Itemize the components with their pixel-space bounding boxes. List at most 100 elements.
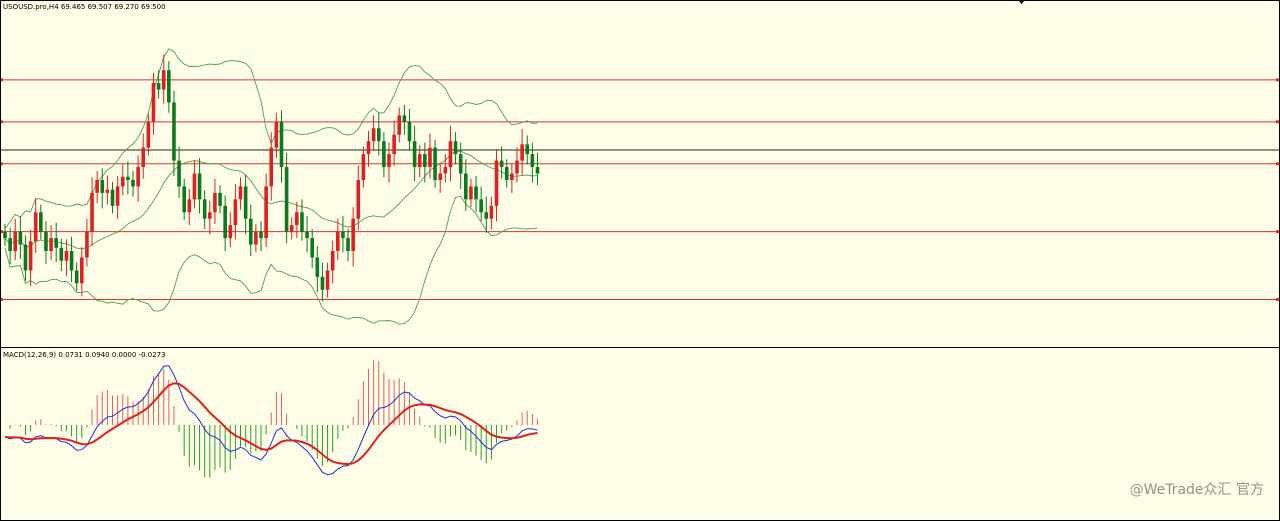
candle xyxy=(458,154,463,174)
candle xyxy=(448,141,453,168)
candle xyxy=(504,167,509,180)
candle xyxy=(69,251,74,271)
candle xyxy=(33,212,38,242)
level-marker-r-1 xyxy=(1276,120,1279,124)
candle xyxy=(187,199,192,213)
candle xyxy=(330,251,335,271)
candle xyxy=(74,270,79,284)
candle xyxy=(95,179,99,193)
candle xyxy=(305,231,309,239)
candle xyxy=(515,160,519,174)
candle xyxy=(412,141,417,168)
candle xyxy=(494,160,499,206)
candle xyxy=(320,276,325,290)
candle xyxy=(392,134,396,155)
chart-area: USOUSD.pro,H4 69.465 69.507 69.270 69.50… xyxy=(0,0,1280,521)
candle xyxy=(213,192,217,213)
candle xyxy=(371,128,376,142)
candle xyxy=(474,186,478,200)
candle xyxy=(361,154,366,180)
level-marker-r-3 xyxy=(1276,230,1279,234)
candle xyxy=(341,231,345,239)
candle xyxy=(402,115,407,122)
candle xyxy=(146,121,151,148)
candle xyxy=(3,231,7,239)
candle xyxy=(197,173,202,200)
candle xyxy=(85,231,89,258)
candle xyxy=(336,231,340,252)
candle xyxy=(295,212,299,226)
candle xyxy=(100,179,105,193)
candle xyxy=(397,115,402,135)
candle xyxy=(530,154,535,168)
candle xyxy=(438,173,442,180)
candle xyxy=(423,154,427,168)
candle xyxy=(151,83,156,122)
candle xyxy=(417,154,422,168)
candle xyxy=(59,247,64,261)
candle xyxy=(167,70,171,103)
candle xyxy=(131,179,135,187)
candle xyxy=(248,218,253,245)
candle xyxy=(23,244,28,271)
candle xyxy=(264,186,268,239)
candle xyxy=(453,141,458,155)
candle xyxy=(428,147,432,168)
candle xyxy=(443,167,448,174)
candle xyxy=(382,141,386,168)
candle xyxy=(115,186,120,206)
candle xyxy=(161,70,166,90)
candle xyxy=(366,141,371,155)
candle xyxy=(208,212,212,219)
candle xyxy=(8,238,12,252)
candle xyxy=(479,199,483,213)
candle xyxy=(120,176,125,187)
candle xyxy=(300,212,304,232)
candle xyxy=(18,231,23,245)
candle xyxy=(172,102,176,161)
watermark: @WeTrade众汇 官方 xyxy=(1129,482,1264,498)
candle xyxy=(44,231,48,252)
level-marker-r-4 xyxy=(1276,297,1279,301)
candle xyxy=(254,231,258,245)
candle xyxy=(177,160,181,187)
price-chart: USOUSD.pro,H4 69.465 69.507 69.270 69.50… xyxy=(0,0,1280,521)
candle xyxy=(520,144,524,161)
candle xyxy=(269,147,274,187)
candle xyxy=(39,212,43,232)
candle xyxy=(54,238,58,248)
candle xyxy=(535,167,540,174)
candle xyxy=(469,186,473,200)
candle xyxy=(218,192,222,206)
candle xyxy=(90,192,94,232)
candle xyxy=(202,199,207,219)
candle xyxy=(13,231,18,252)
candle xyxy=(346,238,350,252)
candle xyxy=(289,225,294,232)
candle xyxy=(325,270,330,290)
candle xyxy=(464,173,468,200)
candle xyxy=(510,173,514,180)
level-marker-r-0 xyxy=(1276,78,1279,82)
candle xyxy=(233,199,238,226)
candle xyxy=(64,251,69,261)
chart-title: USOUSD.pro,H4 69.465 69.507 69.270 69.50… xyxy=(3,3,166,11)
candle xyxy=(284,167,289,232)
candle xyxy=(310,238,314,258)
candle xyxy=(136,167,140,187)
candle xyxy=(356,179,361,219)
candle xyxy=(274,121,279,148)
candle xyxy=(105,189,110,193)
candle xyxy=(351,218,355,252)
candle xyxy=(376,128,381,142)
candle xyxy=(259,231,263,239)
candle xyxy=(49,238,53,252)
macd-label: MACD(12,26,9) 0.0731 0.0940 0.0000 -0.02… xyxy=(3,351,166,359)
candle xyxy=(489,205,494,219)
candle xyxy=(28,241,33,271)
candle xyxy=(407,121,412,142)
candle xyxy=(433,147,437,180)
candle xyxy=(243,186,248,219)
candle xyxy=(228,225,233,239)
candle xyxy=(525,144,530,155)
